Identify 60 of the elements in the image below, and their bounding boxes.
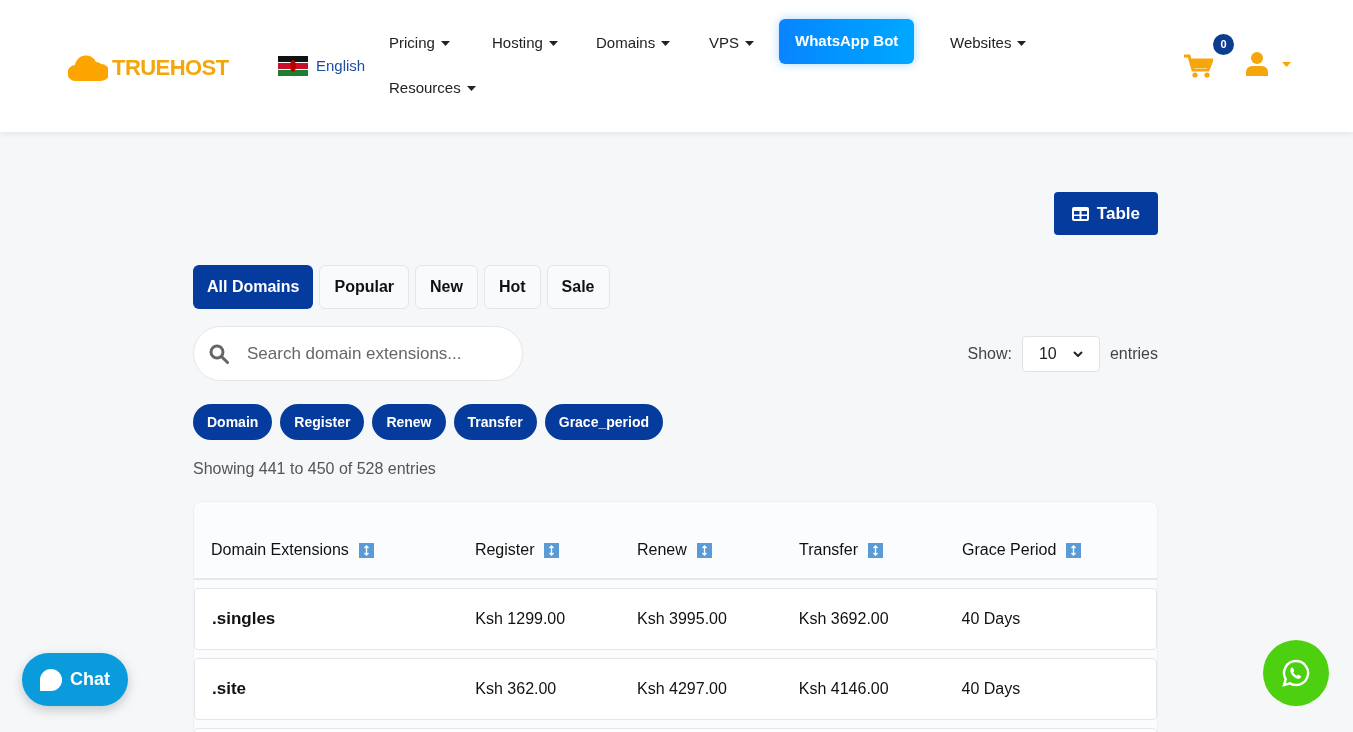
- column-chip[interactable]: Grace_period: [544, 404, 663, 440]
- entries-label: entries: [1109, 343, 1158, 364]
- column-chip[interactable]: Domain: [193, 404, 273, 440]
- search-icon: [209, 344, 229, 364]
- kenya-flag-icon: [278, 56, 308, 77]
- caret-icon: [466, 85, 476, 91]
- table-cell: Ksh 4297.00: [637, 680, 727, 697]
- table-cell: 40 Days: [961, 610, 1021, 627]
- column-header[interactable]: Renew: [636, 538, 687, 562]
- filter-tab[interactable]: New: [415, 265, 478, 309]
- table-view-button[interactable]: Table: [1053, 192, 1158, 235]
- chevron-icon: [1072, 350, 1083, 357]
- table-cell: Ksh 3692.00: [798, 610, 889, 627]
- cloud-logo-icon: [68, 54, 108, 81]
- show-label: Show:: [967, 343, 1012, 364]
- chat-bubble-icon: [40, 668, 62, 691]
- entries-summary: Showing 441 to 450 of 528 entries: [193, 459, 437, 479]
- nav-menu-item[interactable]: Pricing: [389, 32, 450, 55]
- filter-tab[interactable]: Popular: [319, 265, 410, 309]
- table-icon: [1071, 206, 1089, 221]
- caret-icon: [661, 40, 671, 46]
- table-cell: Ksh 1299.00: [475, 610, 566, 627]
- table-cell: Ksh 3995.00: [637, 610, 727, 627]
- caret-icon: [745, 40, 754, 46]
- column-chip[interactable]: Renew: [372, 404, 446, 440]
- user-icon[interactable]: [1246, 52, 1268, 76]
- whatsapp-icon: [1282, 659, 1310, 687]
- sort-icon[interactable]: [358, 542, 374, 558]
- sort-icon[interactable]: [868, 542, 883, 558]
- caret-icon: [1282, 62, 1291, 67]
- nav-menu-item[interactable]: Hosting: [492, 32, 558, 55]
- nav-menu-item[interactable]: VPS: [709, 32, 754, 55]
- filter-tab[interactable]: Sale: [546, 265, 610, 309]
- column-header[interactable]: Register: [474, 538, 535, 562]
- sort-icon[interactable]: [696, 542, 712, 558]
- table-cell: Ksh 4146.00: [798, 680, 889, 697]
- sort-icon[interactable]: [544, 542, 560, 558]
- filter-tab[interactable]: Hot: [483, 265, 541, 309]
- caret-icon: [548, 40, 558, 46]
- sort-icon[interactable]: [1066, 542, 1082, 558]
- column-header[interactable]: Transfer: [799, 538, 858, 562]
- column-chip[interactable]: Register: [280, 404, 365, 440]
- caret-icon: [1017, 40, 1027, 46]
- table-cell: .site: [212, 679, 247, 699]
- table-cell: Ksh 362.00: [475, 680, 557, 697]
- page-size-select[interactable]: 10: [1021, 335, 1100, 372]
- nav-menu-item[interactable]: Domains: [596, 32, 671, 55]
- table-cell: 40 Days: [961, 680, 1021, 697]
- filter-tab[interactable]: All Domains: [193, 265, 314, 309]
- caret-icon: [440, 40, 450, 46]
- column-chip[interactable]: Transfer: [453, 404, 537, 440]
- column-header[interactable]: Grace Period: [962, 538, 1057, 562]
- cart-icon[interactable]: [1183, 54, 1213, 78]
- nav-menu-item[interactable]: Resources: [389, 77, 476, 100]
- search-field[interactable]: Search domain extensions...: [193, 326, 523, 381]
- table-cell: .singles: [212, 609, 276, 629]
- column-header[interactable]: Domain Extensions: [211, 538, 349, 562]
- cart-count-badge: 0: [1213, 34, 1234, 55]
- nav-menu-item[interactable]: Websites: [950, 32, 1027, 55]
- language-link[interactable]: English: [316, 55, 366, 78]
